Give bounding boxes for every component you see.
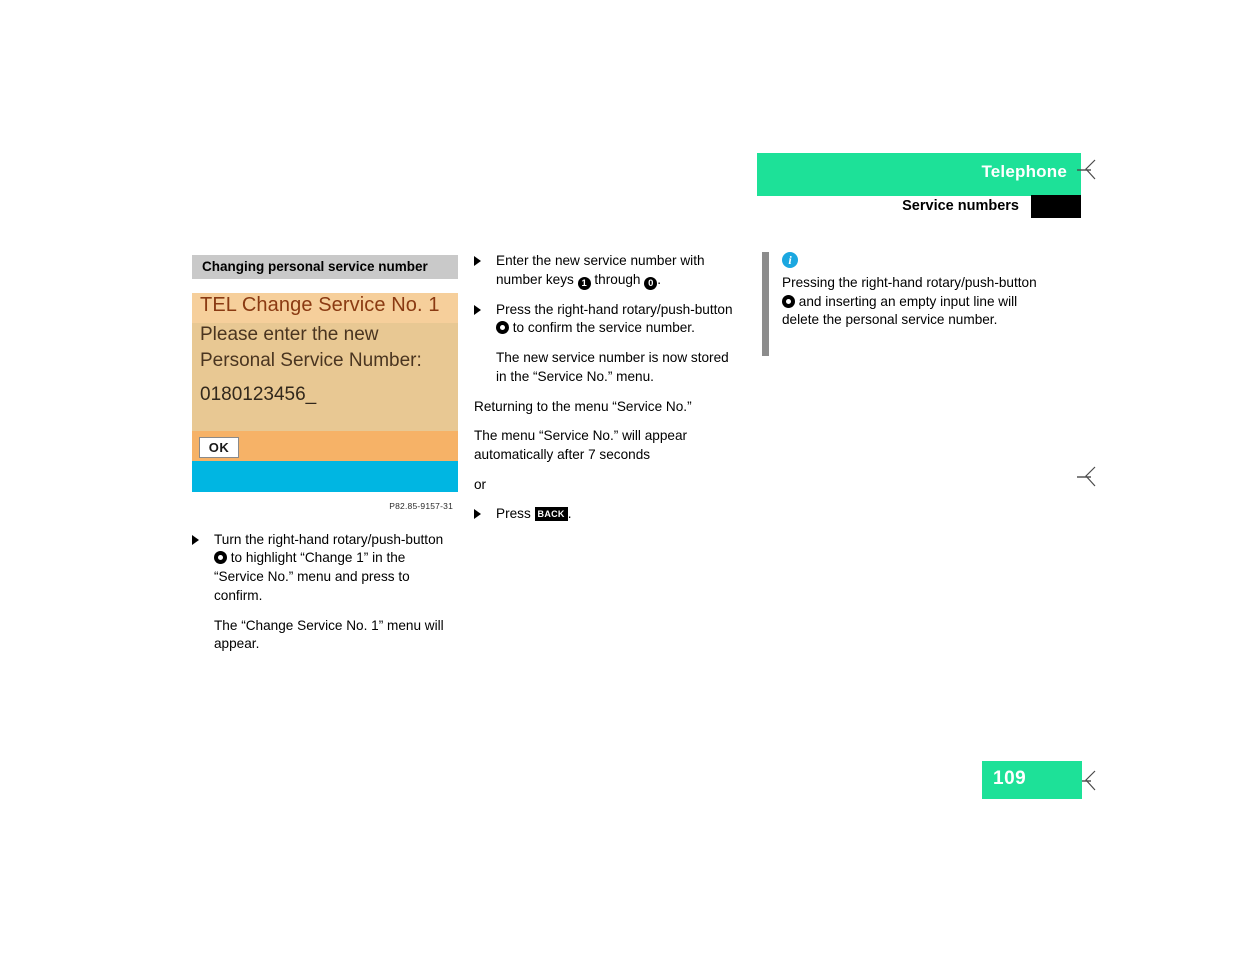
left-column: Changing personal service number TEL Cha… bbox=[192, 255, 458, 665]
step-text-part-1: Press bbox=[496, 506, 531, 522]
step-text-part-2: to confirm the service number. bbox=[512, 320, 695, 336]
result-service-number-stored: The new service number is now stored in … bbox=[496, 350, 729, 384]
chapter-header-bar: Telephone bbox=[757, 153, 1081, 196]
step-text-part-2: to highlight “Change 1” in the “Service … bbox=[214, 550, 410, 603]
info-icon: i bbox=[782, 252, 798, 268]
info-note-sidebar bbox=[762, 252, 769, 356]
info-note-text-part-2: and inserting an empty input line will d… bbox=[782, 293, 1018, 328]
step-enter-new-service-number: Enter the new service number with number… bbox=[474, 252, 740, 290]
thumb-index-marker bbox=[1031, 195, 1081, 218]
info-note-text: Pressing the right-hand rotary/push-butt… bbox=[782, 274, 1047, 330]
page-number: 109 bbox=[993, 768, 1027, 789]
illustration-line-2: Personal Service Number: bbox=[200, 350, 422, 371]
illustration-tel-change-service-no-1: TEL Change Service No. 1 Please enter th… bbox=[192, 293, 458, 492]
document-page: Telephone Service numbers Changing perso… bbox=[0, 0, 1235, 954]
info-note: i Pressing the right-hand rotary/push-bu… bbox=[757, 252, 1047, 356]
illustration-ok-button: OK bbox=[199, 437, 239, 458]
step-arrow-icon bbox=[474, 304, 481, 315]
step-press-rotary-push-button: Press the right-hand rotary/push-button … bbox=[474, 301, 740, 338]
back-button-icon: BACK bbox=[534, 507, 568, 522]
result-change-service-no-1-menu: The “Change Service No. 1” menu will app… bbox=[214, 617, 444, 652]
number-key-0-icon: 0 bbox=[644, 276, 658, 290]
section-title: Service numbers bbox=[902, 198, 1019, 214]
rotary-push-button-icon bbox=[214, 551, 227, 565]
right-column: i Pressing the right-hand rotary/push-bu… bbox=[757, 252, 1047, 356]
section-heading-changing-personal-service-number: Changing personal service number bbox=[192, 255, 458, 279]
step-text-part-2: . bbox=[567, 506, 572, 522]
step-text-part-1: Turn the right-hand rotary/push-button bbox=[214, 531, 444, 547]
step-arrow-icon bbox=[192, 534, 199, 545]
illustration-input-value: 0180123456_ bbox=[200, 384, 317, 405]
illustration-caption: P82.85-9157-31 bbox=[389, 501, 453, 511]
rotary-push-button-icon bbox=[782, 294, 795, 308]
paragraph-auto-return: The menu “Service No.” will appear autom… bbox=[474, 428, 688, 462]
rotary-push-button-icon bbox=[496, 321, 509, 335]
registration-mark-middle bbox=[1075, 464, 1101, 490]
registration-mark-top bbox=[1075, 157, 1101, 183]
step-text-part-2: . bbox=[657, 271, 662, 287]
illustration-blue-bar bbox=[192, 461, 458, 492]
step-text-between: through bbox=[594, 271, 641, 287]
paragraph-or: or bbox=[474, 476, 487, 492]
middle-column: Enter the new service number with number… bbox=[474, 252, 740, 535]
section-header: Service numbers bbox=[757, 195, 1081, 220]
chapter-title: Telephone bbox=[981, 162, 1067, 181]
info-note-text-part-1: Pressing the right-hand rotary/push-butt… bbox=[782, 275, 1037, 290]
step-press-back: Press BACK. bbox=[474, 505, 740, 524]
page-number-badge: 109 bbox=[982, 761, 1082, 799]
step-turn-rotary-push-button: Turn the right-hand rotary/push-button t… bbox=[192, 531, 458, 606]
step-text-part-1: Press the right-hand rotary/push-button bbox=[496, 301, 733, 317]
step-arrow-icon bbox=[474, 256, 481, 266]
step-arrow-icon bbox=[474, 509, 481, 520]
number-key-1-icon: 1 bbox=[577, 276, 591, 290]
illustration-title: TEL Change Service No. 1 bbox=[200, 294, 440, 316]
illustration-line-1: Please enter the new bbox=[200, 324, 379, 345]
subheading-returning-to-menu: Returning to the menu “Service No.” bbox=[474, 398, 692, 414]
